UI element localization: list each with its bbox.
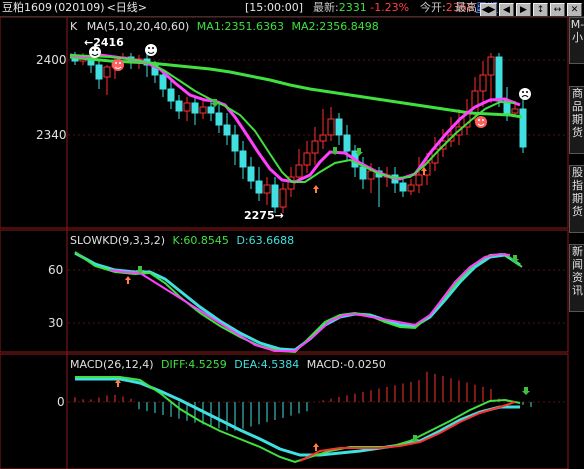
chart-canvas[interactable]: 2400 2340 60 30 0 K MA(5,10,20,40,60) MA…: [0, 17, 569, 469]
kd-label: SLOWKD(9,3,3,2): [70, 234, 165, 247]
candle-body: [231, 134, 239, 152]
candle-body: [479, 74, 487, 92]
candle-body: [295, 164, 303, 178]
candle-body: [167, 88, 175, 102]
title-bar: 豆粕1609 (020109) <日线> [15:00:00] 最新:2331 -1…: [0, 0, 584, 17]
kline-title: K: [70, 20, 78, 33]
nav-right-button[interactable]: ▶: [516, 3, 531, 16]
horizontal-button[interactable]: ↔: [550, 3, 565, 16]
ma-medium-line: [69, 54, 516, 183]
macd-legend: MACD(26,12,4) DIFF:4.5259 DEA:4.5384 MAC…: [70, 358, 386, 371]
window-buttons: ◀▶ ◀ ▶ ↕ ↔ ✕: [478, 1, 582, 16]
change-percent: -1.23%: [370, 1, 410, 14]
period-label: <日线>: [106, 1, 148, 14]
kd-k-line: [74, 251, 523, 354]
candle-body: [519, 108, 527, 148]
buy-arrow-icon: [313, 443, 319, 451]
candle-body: [215, 112, 223, 126]
candle-body: [335, 118, 343, 136]
candle-body: [367, 170, 375, 180]
ma-slow-line: [69, 55, 523, 119]
kd-legend: SLOWKD(9,3,3,2) K:60.8545 D:63.6688: [70, 234, 294, 247]
candle-body: [271, 184, 279, 208]
kd-panel-frame: [0, 229, 569, 353]
candle-body: [255, 180, 263, 194]
macd-value: MACD:-0.0250: [307, 358, 386, 371]
kd-d-value: D:63.6688: [236, 234, 294, 247]
buy-arrow-icon: [313, 185, 319, 193]
high-marker: ←2416: [84, 36, 124, 49]
candle-body: [319, 134, 327, 142]
candle-body: [191, 102, 199, 114]
candle-body: [359, 166, 367, 180]
candle-body: [207, 106, 215, 114]
smiley-icon: [145, 44, 157, 56]
candle-body: [407, 184, 415, 192]
kd-k-value: K:60.8545: [173, 234, 229, 247]
candle-body: [103, 66, 111, 78]
y-tick-2340: 2340: [36, 128, 67, 142]
smiley-icon: [112, 59, 124, 71]
macd-diff-line: [75, 376, 521, 464]
candle-body: [487, 56, 495, 76]
candle-body: [95, 64, 103, 80]
latest-value: 2331: [338, 1, 367, 14]
latest-quote: 最新:2331 -1.23%: [313, 0, 409, 16]
kd-tick-30: 30: [48, 316, 63, 330]
candle-body: [511, 108, 519, 114]
nav-left-button[interactable]: ◀: [499, 3, 514, 16]
sell-arrow-icon: [522, 387, 530, 395]
candle-body: [263, 184, 271, 194]
smiley-icon: [475, 116, 487, 128]
macd-dea-line: [75, 377, 520, 457]
macd-dea-value: DEA:4.5384: [234, 358, 299, 371]
macd-tick-0: 0: [57, 395, 65, 409]
candle-body: [343, 134, 351, 152]
instrument-code: (020109): [54, 1, 105, 14]
tab-m-small[interactable]: M-小: [569, 17, 584, 64]
candle-body: [199, 106, 207, 114]
macd-diff-value: DIFF:4.5259: [161, 358, 227, 371]
candle-body: [415, 174, 423, 186]
buy-arrow-icon: [125, 276, 131, 284]
macd-histogram: [74, 371, 532, 431]
candle-body: [399, 182, 407, 192]
vertical-button[interactable]: ↕: [533, 3, 548, 16]
nav-both-button[interactable]: ◀▶: [480, 3, 497, 16]
tab-commodity-futures[interactable]: 商品期货: [569, 86, 584, 154]
smiley-icon: [89, 46, 101, 58]
tab-index-futures[interactable]: 股指期货: [569, 165, 584, 233]
open-label: 今开:: [420, 1, 446, 14]
kline-legend: K MA(5,10,20,40,60) MA1:2351.6363 MA2:23…: [70, 20, 379, 33]
tab-news[interactable]: 新闻资讯: [569, 244, 584, 312]
candle-body: [247, 166, 255, 182]
ma1-value: MA1:2351.6363: [197, 20, 284, 33]
candle-body: [223, 124, 231, 136]
ma-fast-line: [69, 53, 521, 184]
ma2-value: MA2:2356.8498: [292, 20, 379, 33]
ma-label: MA(5,10,20,40,60): [87, 20, 190, 33]
candle-body: [279, 188, 287, 208]
latest-label: 最新:: [313, 1, 339, 14]
candle-body: [183, 102, 191, 112]
candle-body: [175, 100, 183, 112]
macd-label: MACD(26,12,4): [70, 358, 154, 371]
instrument-name: 豆粕1609: [2, 1, 52, 14]
smiley-icon: [519, 88, 531, 100]
candle-body: [327, 118, 335, 136]
y-tick-2400: 2400: [36, 53, 67, 67]
quote-time: [15:00:00]: [245, 1, 303, 14]
candle-body: [303, 152, 311, 166]
candle-body: [311, 140, 319, 154]
low-marker: 2275→: [244, 209, 284, 222]
candle-body: [239, 150, 247, 168]
candle-body: [159, 74, 167, 90]
candle-body: [495, 56, 503, 102]
kd-tick-60: 60: [48, 263, 63, 277]
close-button[interactable]: ✕: [567, 3, 582, 16]
